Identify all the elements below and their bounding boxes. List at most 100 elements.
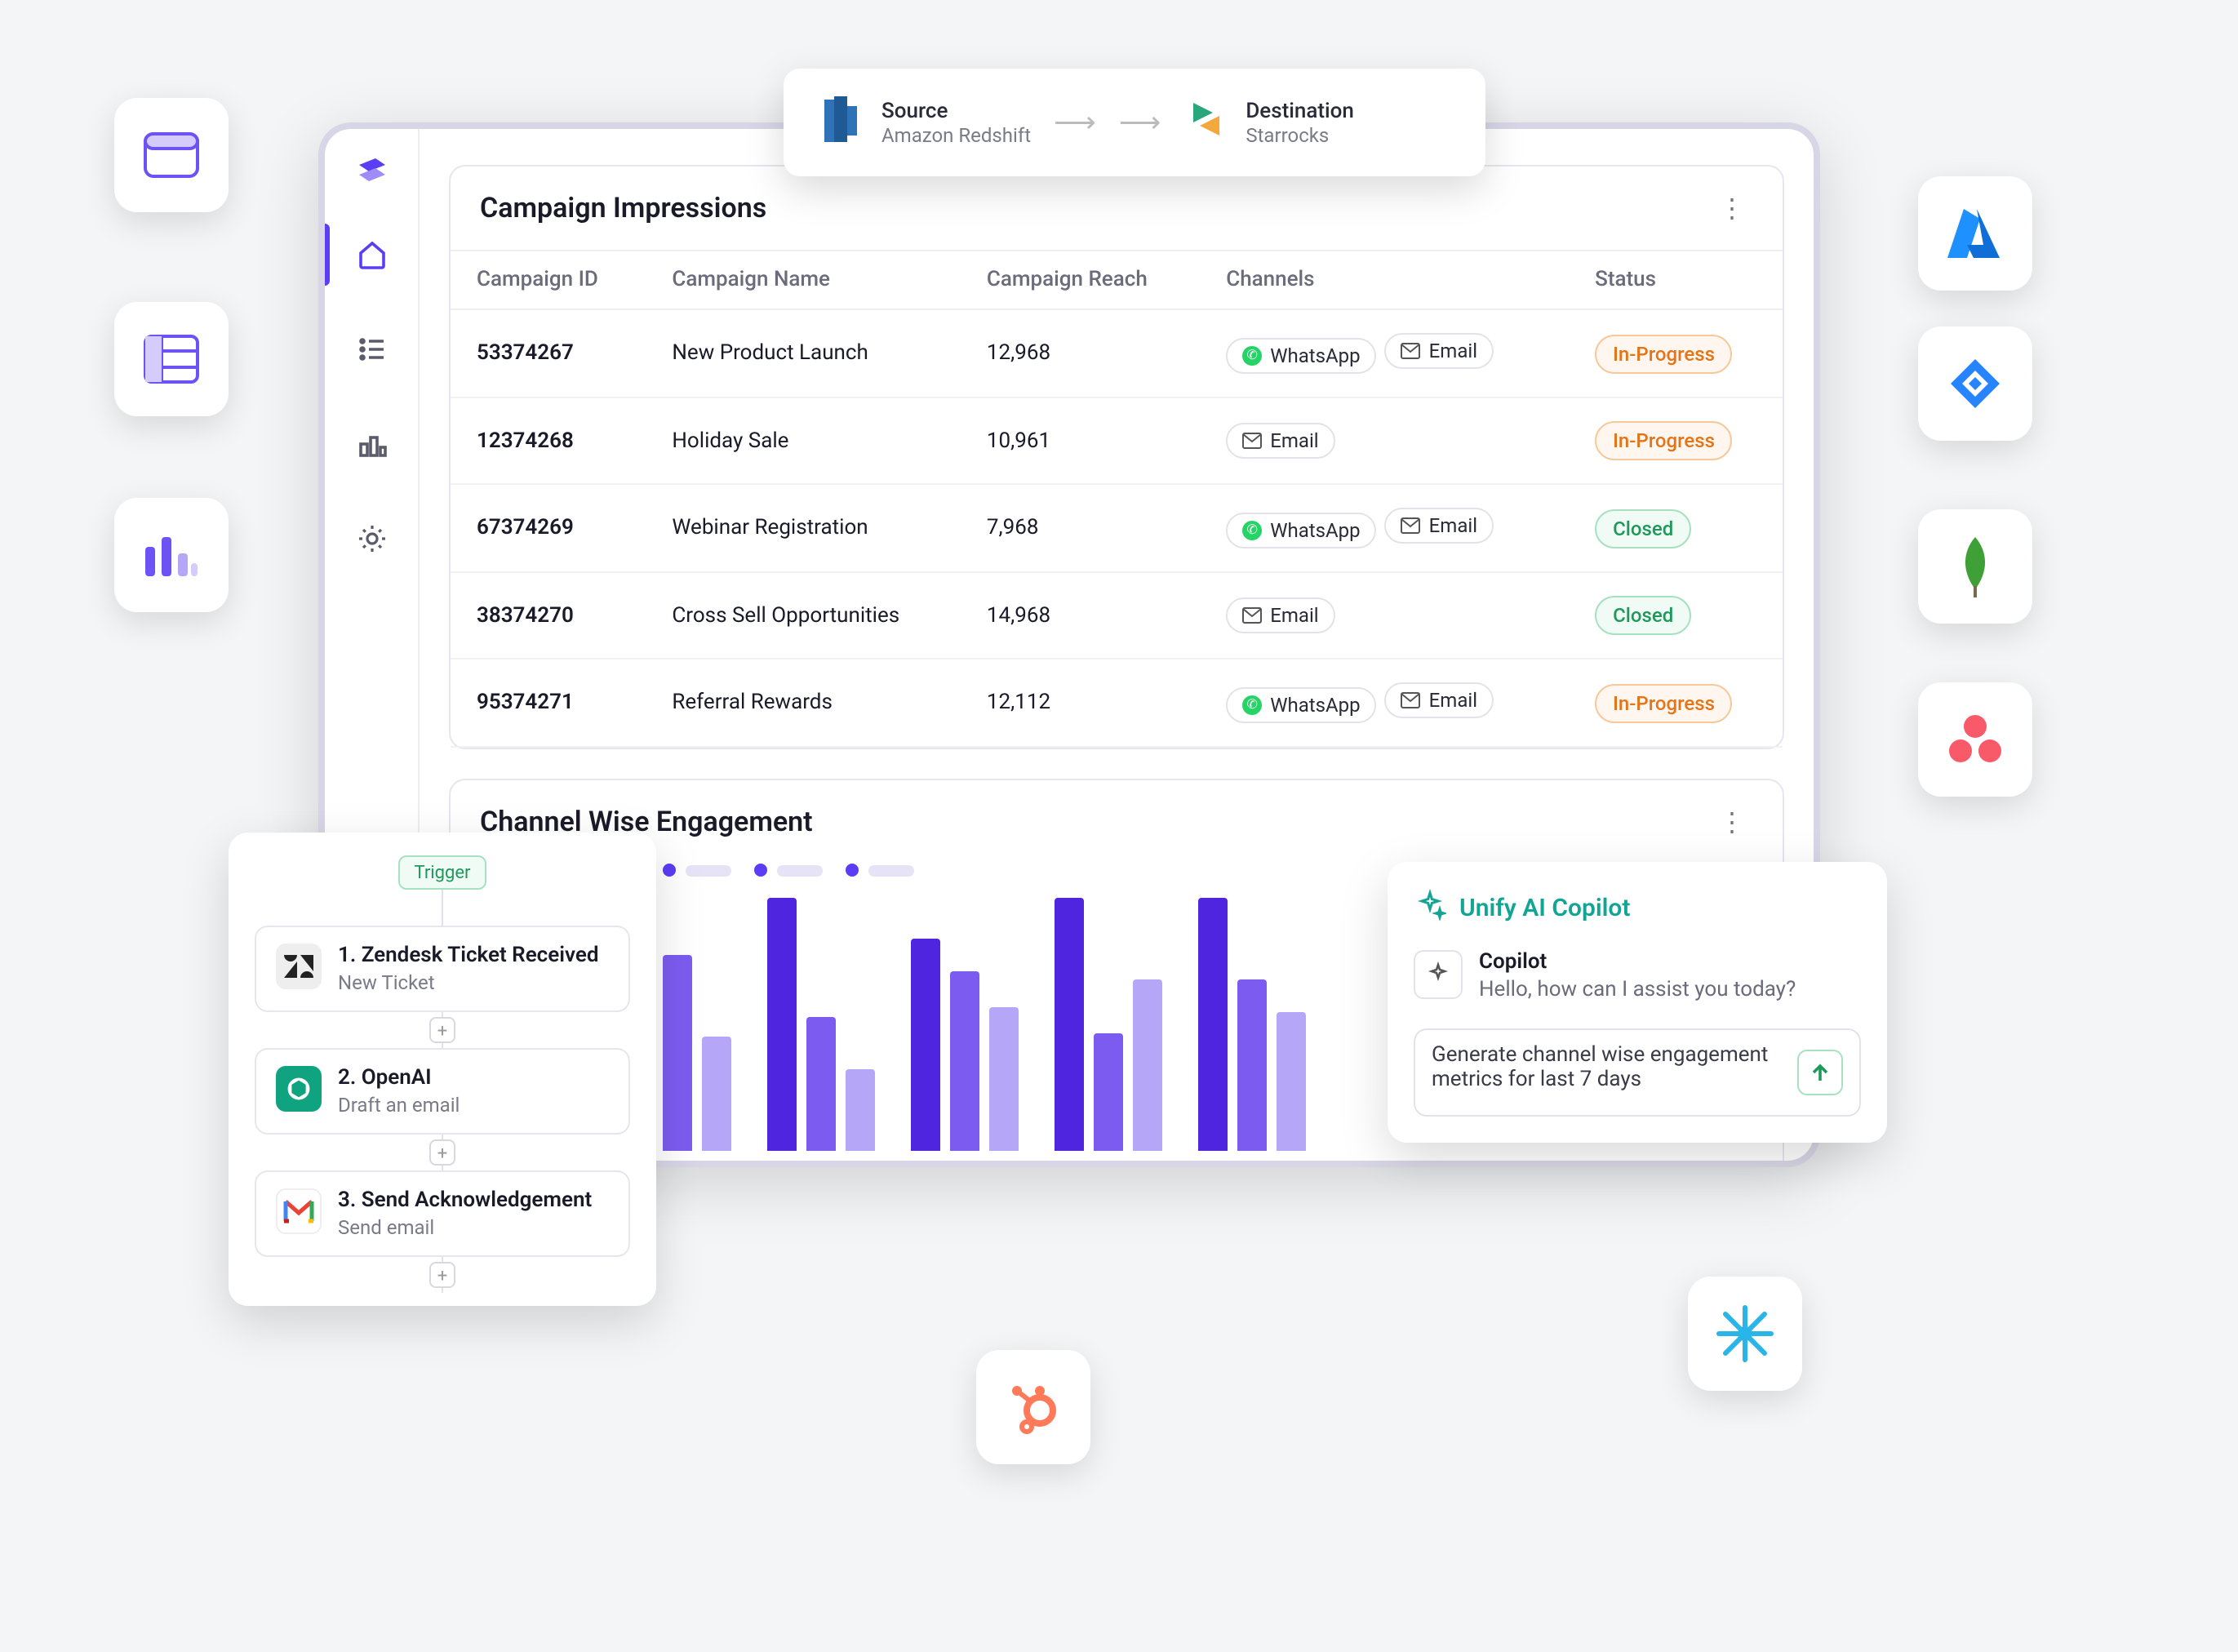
- chart-cluster: [767, 898, 875, 1151]
- flow-step[interactable]: 3. Send AcknowledgementSend email: [255, 1170, 630, 1257]
- email-icon: [1242, 607, 1262, 624]
- add-step-button[interactable]: +: [429, 1017, 455, 1043]
- column-header: Campaign Reach: [961, 251, 1200, 309]
- cell-id: 12374268: [451, 397, 646, 484]
- mongodb-icon: [1918, 509, 2032, 624]
- chart-bar: [663, 955, 692, 1151]
- chart-bar: [1094, 1033, 1123, 1151]
- chart-bar: [1055, 898, 1084, 1151]
- chart-bar: [989, 1007, 1019, 1151]
- table-row[interactable]: 38374270Cross Sell Opportunities14,968Em…: [451, 572, 1783, 659]
- status-badge: Closed: [1595, 596, 1691, 635]
- cell-name: Cross Sell Opportunities: [646, 572, 961, 659]
- chart-bar: [1133, 979, 1162, 1151]
- step-title: 2. OpenAI: [338, 1066, 460, 1090]
- cell-status: In-Progress: [1569, 397, 1783, 484]
- arrow-icon: ⟶: [1119, 105, 1161, 140]
- cell-id: 53374267: [451, 309, 646, 397]
- cell-channels: ✆WhatsAppEmail: [1200, 484, 1569, 572]
- column-header: Channels: [1200, 251, 1569, 309]
- engagement-menu-button[interactable]: ⋮: [1712, 800, 1753, 844]
- sidebar-item-home[interactable]: [332, 224, 411, 286]
- table-row[interactable]: 95374271Referral Rewards12,112✆WhatsAppE…: [451, 659, 1783, 747]
- chart-bar: [1277, 1012, 1306, 1151]
- chart-bar: [806, 1017, 836, 1151]
- cell-reach: 12,112: [961, 659, 1200, 747]
- step-subtitle: Draft an email: [338, 1094, 460, 1117]
- column-header: Status: [1569, 251, 1783, 309]
- sparkles-icon: [1414, 888, 1446, 927]
- sidebar-item-settings[interactable]: [332, 508, 411, 570]
- chart-bar: [1237, 979, 1267, 1151]
- cell-channels: Email: [1200, 572, 1569, 659]
- chart-cluster: [1055, 898, 1162, 1151]
- copilot-title: Unify AI Copilot: [1459, 893, 1631, 922]
- azure-icon: [1918, 176, 2032, 291]
- status-badge: In-Progress: [1595, 421, 1733, 460]
- cell-name: Referral Rewards: [646, 659, 961, 747]
- email-icon: [1401, 692, 1421, 708]
- copilot-input[interactable]: [1432, 1043, 1784, 1102]
- cell-status: Closed: [1569, 572, 1783, 659]
- cell-channels: Email: [1200, 397, 1569, 484]
- cell-status: In-Progress: [1569, 309, 1783, 397]
- add-step-button[interactable]: +: [429, 1139, 455, 1166]
- channel-chip: Email: [1226, 423, 1334, 459]
- copilot-bot-name: Copilot: [1479, 950, 1796, 975]
- step-subtitle: Send email: [338, 1216, 592, 1239]
- zendesk-icon: [276, 944, 322, 989]
- campaigns-card: Campaign Impressions ⋮ Campaign IDCampai…: [449, 165, 1784, 749]
- column-header: Campaign ID: [451, 251, 646, 309]
- destination-label: Destination: [1246, 99, 1354, 123]
- cell-reach: 14,968: [961, 572, 1200, 659]
- chart-bar: [911, 939, 940, 1151]
- sidebar-item-list[interactable]: [332, 318, 411, 380]
- sidebar-item-analytics[interactable]: [332, 413, 411, 475]
- status-badge: In-Progress: [1595, 683, 1733, 722]
- status-badge: Closed: [1595, 508, 1691, 548]
- chart-bar: [950, 971, 979, 1151]
- campaigns-menu-button[interactable]: ⋮: [1712, 186, 1753, 230]
- cell-status: In-Progress: [1569, 659, 1783, 747]
- copilot-message: Copilot Hello, how can I assist you toda…: [1414, 950, 1861, 1002]
- redshift-icon: [816, 93, 865, 152]
- chart-bar: [1198, 898, 1228, 1151]
- source-value: Amazon Redshift: [881, 123, 1031, 146]
- flow-step[interactable]: 1. Zendesk Ticket Received New Ticket: [255, 926, 630, 1012]
- channel-chip: Email: [1385, 508, 1494, 544]
- cell-reach: 10,961: [961, 397, 1200, 484]
- chart-cluster: [1198, 898, 1306, 1151]
- destination-value: Starrocks: [1246, 123, 1354, 146]
- status-badge: In-Progress: [1595, 334, 1733, 373]
- copilot-input-box: [1414, 1028, 1861, 1117]
- openai-icon: [276, 1066, 322, 1112]
- cell-name: New Product Launch: [646, 309, 961, 397]
- table-tile-icon: [114, 302, 229, 416]
- copilot-send-button[interactable]: [1797, 1050, 1843, 1095]
- gmail-icon: [276, 1188, 322, 1234]
- cell-name: Holiday Sale: [646, 397, 961, 484]
- table-row[interactable]: 12374268Holiday Sale10,961 Email In-Progre…: [451, 397, 1783, 484]
- asana-icon: [1918, 682, 2032, 797]
- step-subtitle: New Ticket: [338, 971, 599, 994]
- jira-icon: [1918, 326, 2032, 441]
- chart-cluster: [911, 939, 1019, 1151]
- channel-chip: Email: [1385, 333, 1494, 369]
- table-row[interactable]: 53374267New Product Launch12,968✆WhatsAp…: [451, 309, 1783, 397]
- hubspot-icon: [976, 1350, 1090, 1464]
- email-icon: [1401, 343, 1421, 359]
- cell-channels: ✆WhatsAppEmail: [1200, 309, 1569, 397]
- sparkle-icon: [1414, 950, 1463, 999]
- copilot-panel: Unify AI Copilot Copilot Hello, how can …: [1388, 862, 1887, 1143]
- starrocks-icon: [1183, 96, 1229, 149]
- flow-step[interactable]: 2. OpenAI Draft an email: [255, 1048, 630, 1135]
- step-title: 1. Zendesk Ticket Received: [338, 944, 599, 968]
- table-row[interactable]: 67374269Webinar Registration7,968✆WhatsA…: [451, 484, 1783, 572]
- app-logo-icon: [352, 152, 391, 191]
- chart-bar: [767, 898, 797, 1151]
- chart-bar: [702, 1037, 731, 1151]
- whatsapp-icon: ✆: [1242, 521, 1262, 540]
- copilot-bot-msg: Hello, how can I assist you today?: [1479, 978, 1796, 1002]
- cell-id: 67374269: [451, 484, 646, 572]
- add-step-button[interactable]: +: [429, 1262, 455, 1288]
